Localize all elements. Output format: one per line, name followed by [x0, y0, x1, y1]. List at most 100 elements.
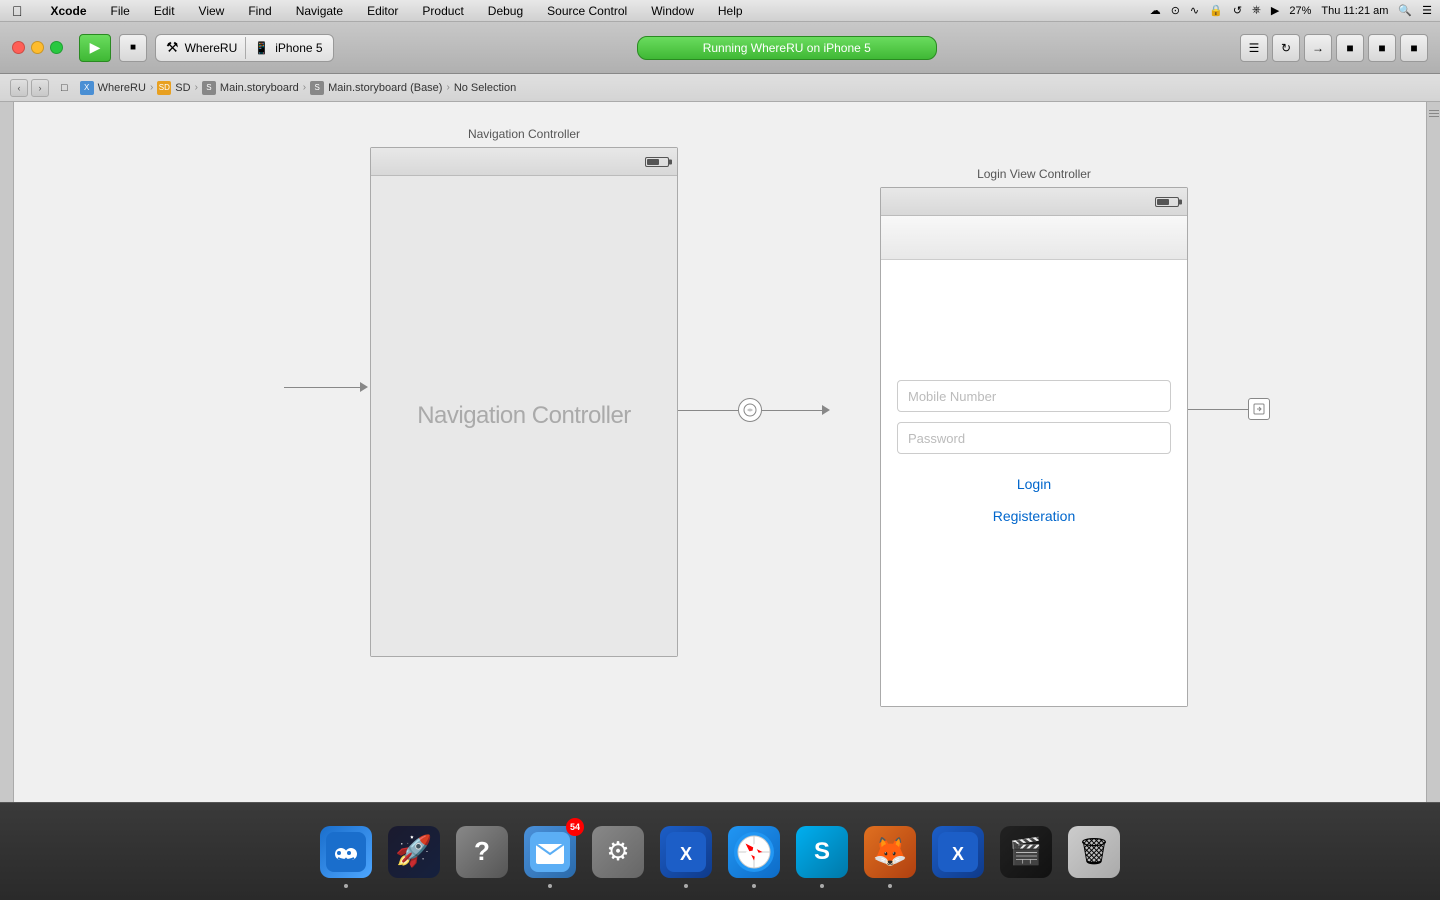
dock-xcode[interactable]: X	[656, 822, 716, 882]
breadcrumb-panel-toggle[interactable]: □	[61, 82, 68, 94]
login-body: Mobile Number Password Login Registerati…	[881, 260, 1187, 706]
traffic-lights	[12, 41, 63, 54]
editor-standard-btn[interactable]: ☰	[1240, 34, 1268, 62]
search-icon[interactable]: 🔍	[1398, 4, 1412, 17]
firefox-icon: 🦊	[864, 826, 916, 878]
ios-simulator-icon: X	[932, 826, 984, 878]
dock-skype[interactable]: S	[792, 822, 852, 882]
debug-toggle-btn[interactable]: ■	[1368, 34, 1396, 62]
apple-menu[interactable]: 	[8, 3, 27, 19]
nav-controller-scene[interactable]: Navigation Controller Navigation Control…	[370, 127, 678, 657]
notification-icon[interactable]: ⊙	[1171, 4, 1180, 17]
rocket-icon: 🚀	[388, 826, 440, 878]
dock-help[interactable]: ?	[452, 822, 512, 882]
build-status: Running WhereRU on iPhone 5	[637, 36, 937, 60]
dock-mail[interactable]: 54	[520, 822, 580, 882]
bluetooth-icon[interactable]: ⎈	[1252, 4, 1261, 17]
left-panel	[0, 102, 14, 854]
main-layout: Navigation Controller Navigation Control…	[0, 102, 1440, 854]
dropbox-icon[interactable]: ☁	[1150, 4, 1161, 17]
dock-system-prefs[interactable]: ⚙	[588, 822, 648, 882]
login-body-remaining	[897, 536, 1171, 686]
nav-controller-header	[371, 148, 677, 176]
dock-movies[interactable]: 🎬	[996, 822, 1056, 882]
menu-help[interactable]: Help	[714, 4, 747, 18]
skype-icon: S	[796, 826, 848, 878]
menu-source-control[interactable]: Source Control	[543, 4, 631, 18]
breadcrumb-no-selection: No Selection	[454, 82, 516, 94]
trash-icon: 🗑	[1068, 826, 1120, 878]
menu-view[interactable]: View	[195, 4, 229, 18]
menu-editor[interactable]: Editor	[363, 4, 402, 18]
run-button[interactable]: ▶	[79, 34, 111, 62]
maximize-button[interactable]	[50, 41, 63, 54]
navigator-toggle-btn[interactable]: ■	[1336, 34, 1364, 62]
login-button[interactable]: Login	[897, 464, 1171, 500]
undo-icon[interactable]: ↺	[1233, 4, 1242, 17]
xcode-icon: X	[660, 826, 712, 878]
menu-window[interactable]: Window	[647, 4, 698, 18]
login-logo-area	[897, 290, 1171, 370]
dock-finder[interactable]	[316, 822, 376, 882]
scheme-device-name: iPhone 5	[275, 41, 322, 55]
exit-badge	[1248, 398, 1270, 420]
menu-navigate[interactable]: Navigate	[292, 4, 347, 18]
utilities-toggle-btn[interactable]: ■	[1400, 34, 1428, 62]
wifi-icon[interactable]: ∿	[1190, 4, 1199, 17]
volume-icon[interactable]: ▶	[1271, 4, 1279, 17]
breadcrumb-project[interactable]: WhereRU	[98, 82, 146, 94]
right-panel	[1426, 102, 1440, 854]
dock: 🚀 ? 54 ⚙ X	[0, 802, 1440, 900]
login-controller-scene[interactable]: Login View Controller Mobile Number	[880, 167, 1188, 707]
dock-firefox[interactable]: 🦊	[860, 822, 920, 882]
menu-edit[interactable]: Edit	[150, 4, 179, 18]
menu-file[interactable]: File	[107, 4, 134, 18]
project-icon: X	[80, 81, 94, 95]
dock-ios-simulator[interactable]: X	[928, 822, 988, 882]
canvas-area[interactable]: Navigation Controller Navigation Control…	[14, 102, 1426, 854]
menu-xcode[interactable]: Xcode	[47, 4, 91, 18]
stop-button[interactable]: ■	[119, 34, 147, 62]
breadcrumb-folder[interactable]: SD	[175, 82, 190, 94]
breadcrumb-storyboard[interactable]: Main.storyboard	[220, 82, 299, 94]
password-field[interactable]: Password	[897, 422, 1171, 454]
breadcrumb-storyboard-base[interactable]: Main.storyboard (Base)	[328, 82, 442, 94]
dock-rocket[interactable]: 🚀	[384, 822, 444, 882]
login-controller-box[interactable]: Mobile Number Password Login Registerati…	[880, 187, 1188, 707]
battery-icon-login	[1155, 197, 1179, 207]
svg-text:X: X	[680, 844, 692, 864]
dock-safari[interactable]	[724, 822, 784, 882]
finder-icon	[320, 826, 372, 878]
registration-button[interactable]: Registeration	[897, 500, 1171, 536]
menu-toggle-icon[interactable]: ☰	[1422, 4, 1432, 17]
mail-badge: 54	[566, 818, 584, 836]
movies-icon: 🎬	[1000, 826, 1052, 878]
mobile-number-field[interactable]: Mobile Number	[897, 380, 1171, 412]
nav-controller-box[interactable]: Navigation Controller	[370, 147, 678, 657]
nav-controller-body: Navigation Controller	[371, 176, 677, 656]
scheme-selector[interactable]: ⚒ WhereRU 📱 iPhone 5	[155, 34, 334, 62]
entry-arrow	[284, 382, 368, 392]
breadcrumb-forward-btn[interactable]: ›	[31, 79, 49, 97]
minimize-button[interactable]	[31, 41, 44, 54]
menu-find[interactable]: Find	[244, 4, 275, 18]
login-controller-header	[881, 188, 1187, 216]
lock-icon[interactable]: 🔒	[1209, 4, 1223, 17]
toolbar: ▶ ■ ⚒ WhereRU 📱 iPhone 5 Running WhereRU…	[0, 22, 1440, 74]
menu-debug[interactable]: Debug	[484, 4, 527, 18]
scene-connector-arrow	[678, 398, 830, 422]
gear-icon: ⚙	[592, 826, 644, 878]
breadcrumb: ‹ › □ X WhereRU › SD SD › S Main.storybo…	[0, 74, 1440, 102]
editor-refresh-btn[interactable]: ↻	[1272, 34, 1300, 62]
help-icon: ?	[456, 826, 508, 878]
menu-product[interactable]: Product	[418, 4, 467, 18]
dock-trash[interactable]: 🗑	[1064, 822, 1124, 882]
right-exit-arrow	[1188, 398, 1270, 420]
nav-controller-title: Navigation Controller	[370, 127, 678, 141]
storyboard-canvas[interactable]: Navigation Controller Navigation Control…	[14, 102, 1426, 854]
editor-split-btn[interactable]: →	[1304, 34, 1332, 62]
breadcrumb-back-btn[interactable]: ‹	[10, 79, 28, 97]
safari-icon	[728, 826, 780, 878]
segue-badge	[738, 398, 762, 422]
close-button[interactable]	[12, 41, 25, 54]
